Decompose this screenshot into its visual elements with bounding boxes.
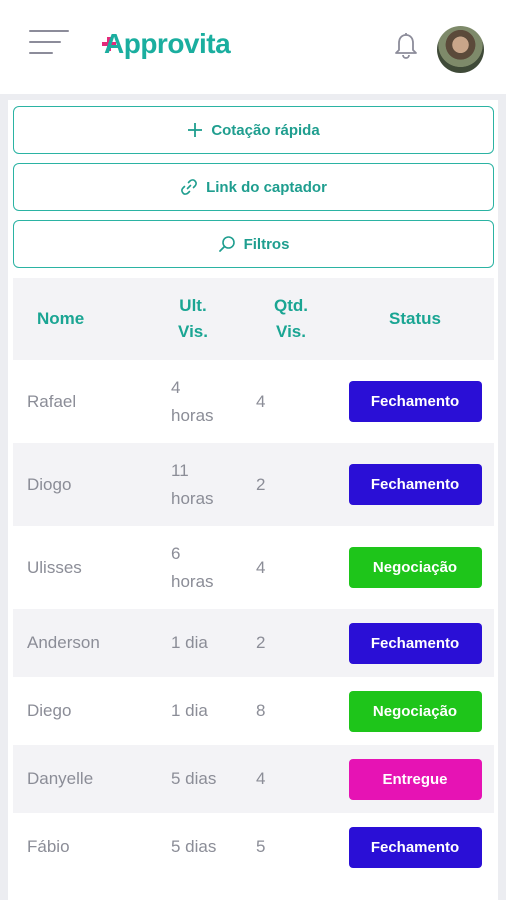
cell-qtd-vis: 5 <box>256 837 266 856</box>
cell-ult-vis: 1 dia <box>171 609 251 677</box>
logo-text: Approvita <box>104 28 231 59</box>
status-badge[interactable]: Fechamento <box>348 381 482 422</box>
cell-status: Fechamento <box>348 360 482 443</box>
ult-vis-value: 5 dias <box>171 837 217 856</box>
table-row[interactable]: Diogo 11 horas 2 Fechamento <box>13 443 494 526</box>
status-badge[interactable]: Fechamento <box>348 464 482 505</box>
cell-nome: Danyelle <box>27 769 94 788</box>
leads-table: Nome Ult. Vis. Qtd. Vis. Status Rafael 4… <box>13 278 494 881</box>
cell-nome: Diego <box>27 701 72 720</box>
ult-vis-value: 1 dia <box>171 701 208 720</box>
table-row[interactable]: Diego 1 dia 8 Negociação <box>13 677 494 745</box>
status-badge[interactable]: Entregue <box>348 758 482 800</box>
cell-ult-vis: 4 horas <box>171 360 251 443</box>
ult-vis-value: 5 dias <box>171 769 217 788</box>
table-row[interactable]: Rafael 4 horas 4 Fechamento <box>13 360 494 443</box>
main-content: Cotação rápida Link do captador Filtros … <box>0 94 506 900</box>
table-row[interactable]: Ulisses 6 horas 4 Negociação <box>13 526 494 609</box>
cell-status: Negociação <box>348 526 482 609</box>
status-badge[interactable]: Negociação <box>348 690 482 732</box>
ult-vis-unit: horas <box>171 571 214 591</box>
cell-nome: Anderson <box>27 633 100 652</box>
column-header-nome[interactable]: Nome <box>37 278 84 360</box>
top-app-bar: Approvita <box>0 0 506 94</box>
quick-quote-button[interactable]: Cotação rápida <box>13 106 494 154</box>
column-header-ult-vis[interactable]: Ult. Vis. <box>163 278 223 360</box>
cell-qtd-vis: 8 <box>256 701 266 720</box>
table-body: Rafael 4 horas 4 Fechamento Diogo 11 horas 2 Fech… <box>13 360 494 881</box>
cell-nome: Fábio <box>27 837 70 856</box>
cell-qtd-vis: 4 <box>256 391 266 411</box>
hamburger-menu-icon[interactable] <box>29 28 71 58</box>
table-header: Nome Ult. Vis. Qtd. Vis. Status <box>13 278 494 360</box>
cell-nome: Diogo <box>27 474 72 494</box>
list-panel: Cotação rápida Link do captador Filtros … <box>8 100 498 900</box>
search-icon <box>218 236 235 252</box>
table-row[interactable]: Danyelle 5 dias 4 Entregue <box>13 745 494 813</box>
table-row[interactable]: Anderson 1 dia 2 Fechamento <box>13 609 494 677</box>
approvita-logo[interactable]: Approvita <box>102 26 231 66</box>
link-icon <box>181 179 197 195</box>
captador-link-button[interactable]: Link do captador <box>13 163 494 211</box>
cell-ult-vis: 11 horas <box>171 443 251 526</box>
cell-qtd-vis: 4 <box>256 557 266 577</box>
cell-status: Fechamento <box>348 813 482 881</box>
cell-status: Negociação <box>348 677 482 745</box>
user-avatar[interactable] <box>437 26 484 73</box>
cell-qtd-vis: 2 <box>256 633 266 652</box>
column-header-status[interactable]: Status <box>348 278 482 360</box>
ult-vis-value: 11 <box>171 460 189 480</box>
table-row[interactable]: Fábio 5 dias 5 Fechamento <box>13 813 494 881</box>
filters-label: Filtros <box>243 235 290 253</box>
cell-qtd-vis: 2 <box>256 474 266 494</box>
cell-status: Fechamento <box>348 443 482 526</box>
cell-ult-vis: 5 dias <box>171 745 251 813</box>
status-badge[interactable]: Negociação <box>348 547 482 588</box>
plus-icon <box>188 123 203 137</box>
ult-vis-value: 1 dia <box>171 633 208 652</box>
cell-status: Entregue <box>348 745 482 813</box>
cell-ult-vis: 1 dia <box>171 677 251 745</box>
status-badge[interactable]: Fechamento <box>348 826 482 868</box>
status-badge[interactable]: Fechamento <box>348 622 482 664</box>
cell-status: Fechamento <box>348 609 482 677</box>
ult-vis-value: 6 <box>171 543 181 563</box>
cell-ult-vis: 6 horas <box>171 526 251 609</box>
ult-vis-value: 4 <box>171 377 181 397</box>
captador-link-label: Link do captador <box>206 178 327 196</box>
ult-vis-unit: horas <box>171 405 214 425</box>
filters-button[interactable]: Filtros <box>13 220 494 268</box>
cell-qtd-vis: 4 <box>256 769 266 788</box>
cell-nome: Rafael <box>27 391 77 411</box>
cell-ult-vis: 5 dias <box>171 813 251 881</box>
column-header-qtd-vis[interactable]: Qtd. Vis. <box>261 278 321 360</box>
notification-bell-icon[interactable] <box>393 32 419 60</box>
quick-quote-label: Cotação rápida <box>211 121 320 139</box>
cell-nome: Ulisses <box>27 557 82 577</box>
ult-vis-unit: horas <box>171 488 214 508</box>
